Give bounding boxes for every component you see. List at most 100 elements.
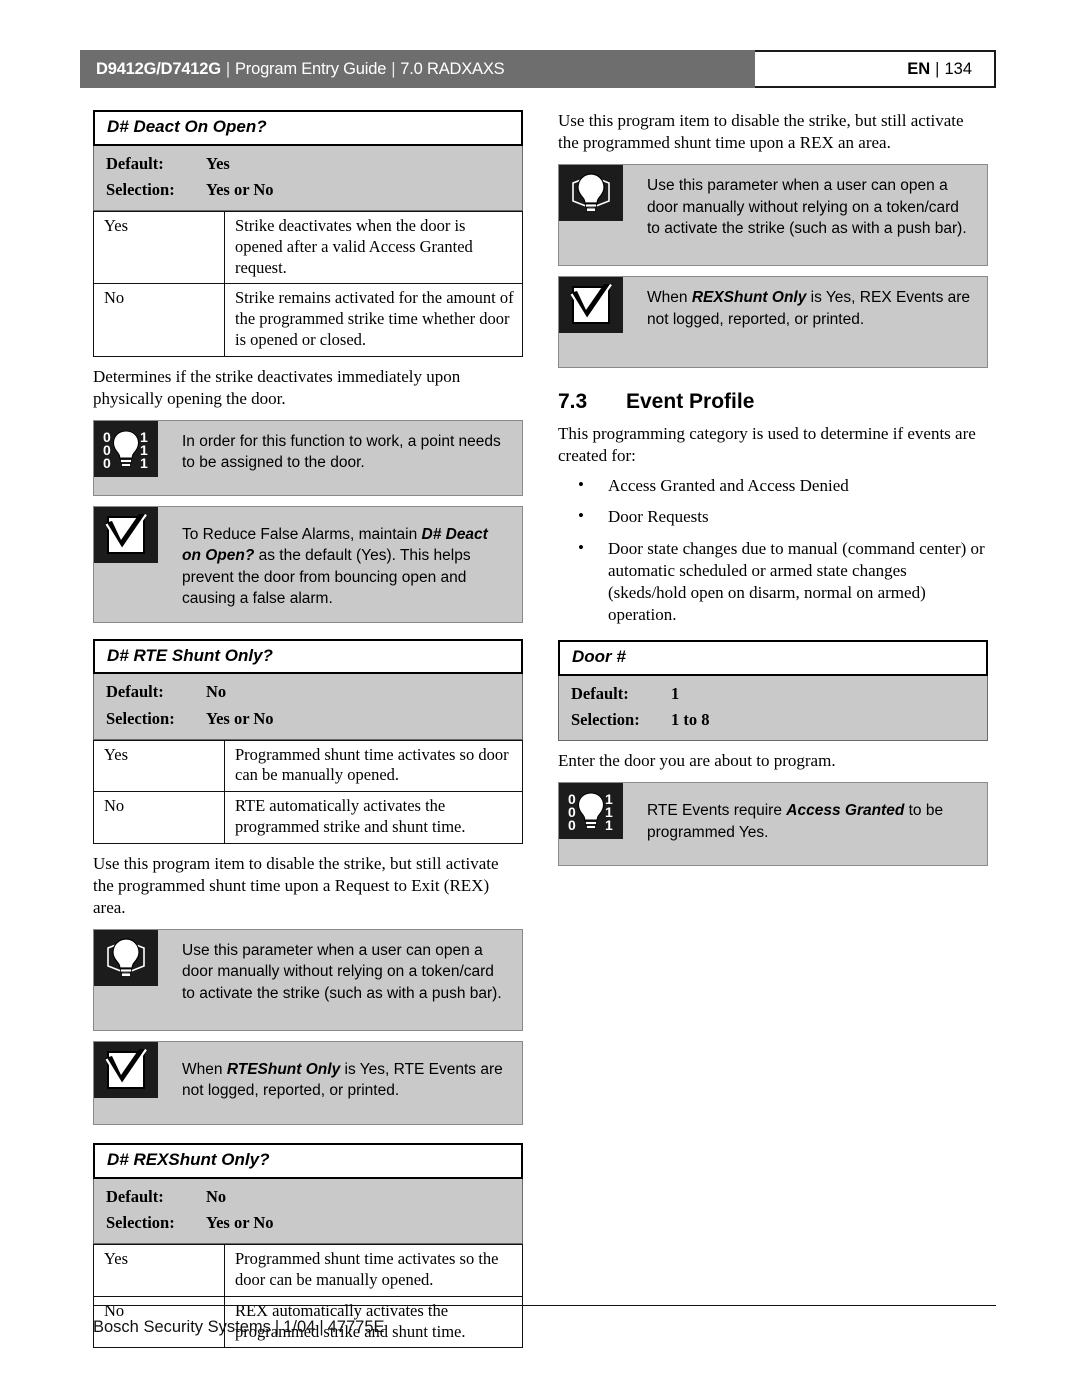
table-row: Yes Strike deactivates when the door is …	[93, 211, 523, 285]
row-key: Yes	[93, 1244, 225, 1297]
table-row: Yes Programmed shunt time activates so d…	[93, 739, 523, 793]
param-title-rte-shunt-only: D# RTE Shunt Only?	[93, 638, 523, 675]
default-label: Default:	[106, 682, 164, 702]
note-box-point-assignment: 0 0 0 1 1 1 In order for this function t…	[93, 420, 523, 496]
row-value: Strike deactivates when the door is open…	[224, 211, 523, 285]
table-row: No RTE automatically activates the progr…	[93, 791, 523, 844]
footer-date: 1/04	[283, 1318, 316, 1336]
note-text-part-1: To Reduce False Alarms, maintain	[182, 526, 422, 543]
note-icon-column	[559, 165, 623, 265]
note-icon-column	[94, 930, 158, 1030]
default-row: Default: No	[94, 1184, 522, 1211]
page-footer: Bosch Security Systems | 1/04 | 47775E	[93, 1318, 385, 1337]
param-title-deact-on-open: D# Deact On Open?	[93, 110, 523, 146]
header-separator-2: |	[391, 59, 396, 78]
header-separator-1: |	[225, 59, 230, 78]
svg-text:1: 1	[605, 817, 613, 833]
section-heading-event-profile: 7.3 Event Profile	[558, 390, 988, 414]
note-text-bold-1: RTEShunt Only	[226, 1061, 341, 1079]
default-row: Default: Yes	[94, 151, 522, 178]
header-separator-3: |	[935, 59, 940, 78]
footer-separator-1: |	[274, 1318, 280, 1336]
note-text: When REXShunt Only is Yes, REX Events ar…	[623, 277, 987, 367]
note-icon-column: 0 0 0 1 1 1	[94, 421, 158, 495]
event-profile-bullet-list: Access Granted and Access Denied Door Re…	[558, 474, 988, 626]
footer-company: Bosch Security Systems	[93, 1318, 271, 1336]
note-box-push-bar-right: Use this parameter when a user can open …	[558, 164, 988, 267]
default-value: No	[206, 1186, 227, 1206]
description-rte-shunt-only: Use this program item to disable the str…	[93, 853, 499, 917]
checkbox-check-icon	[94, 1042, 158, 1099]
selection-label: Selection:	[106, 1213, 175, 1233]
row-key: No	[93, 791, 225, 844]
row-value: Strike remains activated for the amount …	[224, 283, 523, 357]
note-text: To Reduce False Alarms, maintain D# Deac…	[158, 507, 522, 622]
section-title: Event Profile	[626, 390, 755, 414]
param-title-rexshunt-only: D# REXShunt Only?	[93, 1143, 523, 1179]
footer-doc-number: 47775E	[327, 1318, 385, 1336]
defaults-block-deact-on-open: Default: Yes Selection: Yes or No	[93, 145, 523, 212]
header-model: D9412G/D7412G	[96, 59, 221, 78]
header-title-bar: D9412G/D7412G | Program Entry Guide | 7.…	[80, 50, 755, 88]
selection-row: Selection: 1 to 8	[559, 707, 987, 734]
note-box-reduce-false-alarms: To Reduce False Alarms, maintain D# Deac…	[93, 506, 523, 623]
note-text: When RTEShunt Only is Yes, RTE Events ar…	[158, 1042, 522, 1124]
description-door-number: Enter the door you are about to program.	[558, 751, 836, 771]
note-box-rexshunt-events: When REXShunt Only is Yes, REX Events ar…	[558, 276, 988, 369]
header-page-number: 134	[944, 59, 972, 78]
defaults-block-door-number: Default: 1 Selection: 1 to 8	[558, 675, 988, 742]
selection-label: Selection:	[106, 180, 175, 200]
lightbulb-binary-icon: 0 0 0 1 1 1	[94, 421, 158, 477]
svg-text:1: 1	[140, 455, 148, 471]
note-box-rteshunt-events: When RTEShunt Only is Yes, RTE Events ar…	[93, 1041, 523, 1126]
note-box-push-bar-left: Use this parameter when a user can open …	[93, 929, 523, 1032]
list-item: Access Granted and Access Denied	[558, 474, 988, 497]
note-text: RTE Events require Access Granted to be …	[623, 783, 987, 865]
row-value: Programmed shunt time activates so door …	[224, 739, 523, 793]
default-label: Default:	[106, 153, 164, 173]
note-text-part-1: RTE Events require	[647, 802, 787, 820]
selection-label: Selection:	[571, 710, 640, 730]
selection-row: Selection: Yes or No	[94, 177, 522, 204]
default-label: Default:	[571, 683, 629, 703]
note-text-part-1: When	[182, 1061, 227, 1079]
note-text-bold-1: Access Granted	[786, 802, 905, 820]
defaults-block-rexshunt-only: Default: No Selection: Yes or No	[93, 1178, 523, 1245]
selection-row: Selection: Yes or No	[94, 706, 522, 733]
list-item: Door state changes due to manual (comman…	[558, 537, 988, 626]
selection-value: Yes or No	[206, 1213, 274, 1233]
note-text-part-1: When	[647, 289, 692, 307]
param-title-door-number: Door #	[558, 639, 988, 676]
footer-separator-2: |	[319, 1318, 324, 1336]
right-column: Use this program item to disable the str…	[558, 110, 988, 867]
note-icon-column	[94, 1042, 158, 1124]
left-column: D# Deact On Open? Default: Yes Selection…	[93, 110, 523, 1349]
row-key: No	[93, 283, 225, 357]
header-guide-label: Program Entry Guide	[235, 59, 387, 78]
header-page-box: EN | 134	[755, 50, 996, 88]
lightbulb-icon	[94, 930, 158, 987]
lightbulb-binary-icon: 0 0 0 1 1 1	[559, 783, 623, 840]
default-value: No	[206, 682, 227, 702]
selection-value: Yes or No	[206, 180, 274, 200]
selection-value: 1 to 8	[671, 710, 710, 730]
note-icon-column	[94, 507, 158, 622]
defaults-block-rte-shunt-only: Default: No Selection: Yes or No	[93, 674, 523, 740]
table-row: No Strike remains activated for the amou…	[93, 283, 523, 357]
header-section-label: 7.0 RADXAXS	[400, 59, 505, 78]
section-number: 7.3	[558, 390, 588, 414]
checkbox-check-icon	[94, 507, 158, 563]
row-value: RTE automatically activates the programm…	[224, 791, 523, 844]
row-key: Yes	[93, 211, 225, 285]
note-text: Use this parameter when a user can open …	[182, 942, 502, 1002]
selection-row: Selection: Yes or No	[94, 1210, 522, 1237]
description-deact-on-open: Determines if the strike deactivates imm…	[93, 366, 461, 408]
note-text: In order for this function to work, a po…	[182, 433, 501, 472]
value-table-rte-shunt-only: Yes Programmed shunt time activates so d…	[93, 739, 523, 844]
table-row: Yes Programmed shunt time activates so t…	[93, 1244, 523, 1297]
selection-label: Selection:	[106, 708, 175, 728]
section-intro-text: This programming category is used to det…	[558, 424, 976, 466]
lightbulb-icon	[559, 165, 623, 222]
note-text: Use this parameter when a user can open …	[647, 177, 967, 237]
footer-divider	[93, 1305, 996, 1306]
